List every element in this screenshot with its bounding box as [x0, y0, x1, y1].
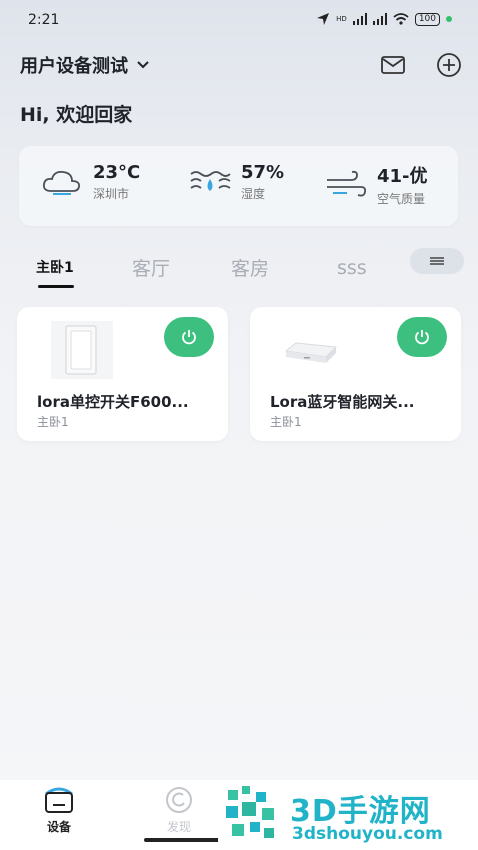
device-room: 主卧1	[270, 415, 302, 429]
watermark-logo-icon	[226, 786, 274, 838]
tab-guest-room[interactable]: 客房	[231, 254, 269, 281]
room-tabs: 主卧1 客厅 客房 sss	[0, 248, 478, 288]
weather-temperature: 23°C 深圳市	[41, 162, 140, 202]
temperature-value: 23°C	[93, 162, 141, 183]
privacy-dot	[446, 16, 452, 22]
cloud-icon	[42, 170, 81, 195]
nav-devices[interactable]: 设备	[42, 786, 76, 835]
nav-discover-label: 发现	[166, 820, 191, 834]
humidity-icon	[190, 171, 231, 191]
chevron-down-icon	[137, 61, 149, 69]
room-menu-button[interactable]	[410, 248, 464, 274]
tab-master-bedroom[interactable]: 主卧1	[36, 257, 74, 277]
tab-living-room[interactable]: 客厅	[132, 254, 170, 281]
home-icon	[45, 787, 73, 813]
nav-discover[interactable]: 发现	[163, 786, 195, 835]
wind-icon	[327, 170, 367, 196]
location-icon	[317, 13, 330, 25]
signal-icon	[352, 13, 367, 25]
watermark-url: 3dshouyou.com	[292, 824, 443, 844]
wall-switch-image	[51, 321, 113, 379]
weather-air-quality: 41-优 空气质量	[325, 162, 428, 207]
nav-devices-label: 设备	[46, 820, 71, 834]
status-time: 2:21	[28, 12, 60, 28]
device-card[interactable]: lora单控开关F600... 主卧1	[17, 307, 228, 441]
signal-hd-label: HD	[336, 15, 347, 23]
weather-humidity: 57% 湿度	[189, 162, 284, 202]
watermark: 3D手游网 3dshouyou.com	[218, 780, 478, 850]
power-icon	[182, 330, 196, 345]
gateway-image	[278, 321, 340, 379]
air-quality-label: 空气质量	[377, 192, 426, 206]
device-room: 主卧1	[37, 415, 69, 429]
device-name: Lora蓝牙智能网关...	[270, 393, 415, 411]
weather-card: 23°C 深圳市 57% 湿度 41-优 空气质量	[19, 146, 458, 226]
tab-sss[interactable]: sss	[337, 257, 367, 279]
device-name: lora单控开关F600...	[37, 393, 189, 411]
wifi-icon	[393, 13, 409, 25]
home-selector[interactable]: 用户设备测试	[20, 52, 150, 78]
device-card[interactable]: Lora蓝牙智能网关... 主卧1	[250, 307, 461, 441]
home-name: 用户设备测试	[20, 56, 128, 77]
power-icon	[415, 330, 429, 345]
menu-icon	[430, 257, 444, 265]
active-tab-indicator	[38, 285, 74, 288]
power-button[interactable]	[164, 317, 214, 357]
humidity-value: 57%	[241, 162, 285, 183]
signal-icon-2	[372, 13, 387, 25]
power-button[interactable]	[397, 317, 447, 357]
mail-icon[interactable]	[380, 52, 406, 78]
battery-indicator: 100	[414, 12, 440, 26]
status-icons: HD 100	[316, 12, 452, 26]
city-label: 深圳市	[93, 187, 130, 201]
air-quality-value: 41-优	[377, 166, 428, 187]
add-icon[interactable]	[436, 52, 462, 78]
greeting: Hi, 欢迎回家	[20, 104, 133, 126]
humidity-label: 湿度	[241, 187, 266, 201]
discover-icon	[166, 787, 192, 813]
